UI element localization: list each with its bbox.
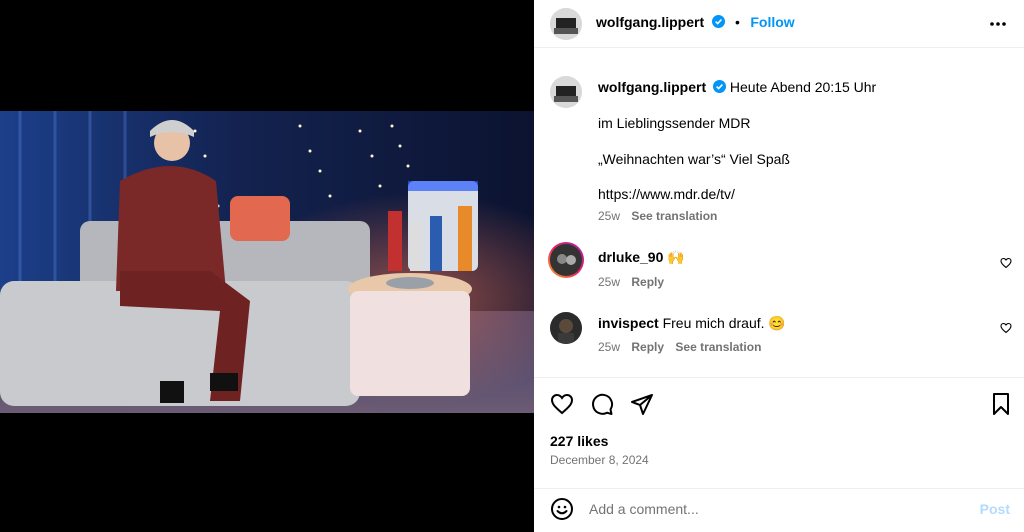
post-actions: 227 likes December 8, 2024 (534, 378, 1024, 488)
separator-dot: • (735, 14, 740, 30)
media-pane (0, 0, 534, 532)
comment-username[interactable]: invispect (598, 315, 659, 331)
comment-like-heart-icon[interactable] (1000, 256, 1012, 269)
author-username[interactable]: wolfgang.lippert (596, 14, 704, 30)
comment-like-heart-icon[interactable] (1000, 321, 1012, 334)
comment-avatar-drluke_90[interactable] (548, 242, 584, 278)
heart-icon[interactable] (550, 392, 574, 416)
caption-meta: 25w See translation (598, 209, 717, 223)
likes-count[interactable]: 227 likes (550, 433, 608, 449)
comment-username[interactable]: drluke_90 (598, 249, 663, 265)
emoji-smile-icon[interactable] (550, 497, 574, 521)
avatar-image (550, 8, 582, 40)
post-date[interactable]: December 8, 2024 (550, 453, 649, 467)
avatar-image (550, 76, 582, 108)
comment-avatar-invispect[interactable] (550, 312, 582, 344)
post-comment-button[interactable]: Post (980, 501, 1010, 517)
comment-age[interactable]: 25w (598, 340, 620, 354)
caption-line-1: wolfgang.lippert Heute Abend 20:15 Uhr (598, 78, 876, 96)
caption-text-line-2: im Lieblingssender MDR (598, 115, 751, 131)
comment-bubble-icon[interactable] (590, 392, 614, 416)
caption-text-line-3: „Weihnachten war’s“ Viel Spaß (598, 151, 790, 167)
comment-text: Freu mich drauf. 😊 (662, 315, 786, 331)
post-photo[interactable] (0, 111, 534, 413)
comment-meta: 25w Reply See translation (598, 340, 761, 354)
comment-row: invispect Freu mich drauf. 😊 (598, 314, 786, 332)
caption-author-username[interactable]: wolfgang.lippert (598, 79, 706, 95)
add-comment-input[interactable]: Add a comment... (589, 501, 699, 517)
add-comment-bar: Add a comment... Post (534, 488, 1024, 532)
caption-age[interactable]: 25w (598, 209, 620, 223)
paper-plane-icon[interactable] (630, 392, 654, 416)
comment-reply-button[interactable]: Reply (631, 275, 664, 289)
comment-row: drluke_90 🙌 (598, 248, 685, 266)
comment-text: 🙌 (667, 249, 685, 265)
caption-author-avatar[interactable] (550, 76, 582, 108)
bookmark-icon[interactable] (989, 392, 1013, 416)
author-avatar[interactable] (550, 8, 582, 40)
caption-text-line-1: Heute Abend 20:15 Uhr (729, 79, 877, 95)
comment-meta: 25w Reply (598, 275, 664, 289)
header-meta: wolfgang.lippert • Follow (596, 14, 795, 32)
comment-age[interactable]: 25w (598, 275, 620, 289)
instagram-post-view: wolfgang.lippert • Follow wolfgang.lippe… (0, 0, 1024, 532)
comment-see-translation[interactable]: See translation (675, 340, 761, 354)
comment-reply-button[interactable]: Reply (631, 340, 664, 354)
caption-see-translation[interactable]: See translation (631, 209, 717, 223)
follow-button[interactable]: Follow (750, 14, 794, 30)
more-horizontal-icon[interactable] (988, 14, 1008, 34)
verified-badge-icon (713, 79, 726, 93)
verified-badge-icon (711, 15, 725, 28)
comments-section: wolfgang.lippert Heute Abend 20:15 Uhr i… (534, 48, 1024, 378)
avatar-image (550, 312, 582, 344)
caption-link[interactable]: https://www.mdr.de/tv/ (598, 185, 735, 203)
avatar-image (550, 244, 582, 276)
post-details-panel: wolfgang.lippert • Follow wolfgang.lippe… (534, 0, 1024, 532)
post-header: wolfgang.lippert • Follow (534, 0, 1024, 48)
photo-illustration (0, 111, 534, 413)
